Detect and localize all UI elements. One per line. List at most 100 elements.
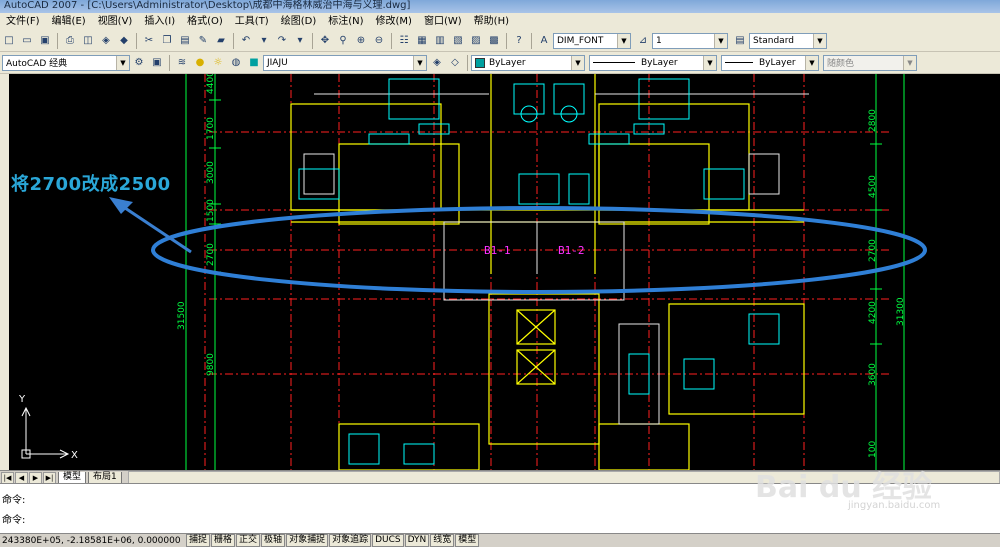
dim-scale-select[interactable]: 1 ▼ xyxy=(652,32,728,49)
dim-style-select[interactable]: DIM_FONT ▼ xyxy=(553,32,631,49)
save-icon[interactable]: ▣ xyxy=(37,33,53,49)
snap-toggle[interactable]: 捕捉 xyxy=(186,534,211,547)
undo-dropdown-icon[interactable]: ▾ xyxy=(256,33,272,49)
dim-style-icon[interactable]: ⊿ xyxy=(635,33,651,49)
ortho-toggle[interactable]: 正交 xyxy=(236,534,261,547)
markup-icon[interactable]: ▨ xyxy=(468,33,484,49)
furniture xyxy=(298,78,780,465)
first-tab-icon[interactable]: |◀ xyxy=(1,471,14,484)
3d-dwf-icon[interactable]: ◆ xyxy=(116,33,132,49)
annotation-text: 将2700改成2500 xyxy=(11,174,171,195)
layer-value: JIAJU xyxy=(267,57,288,68)
otrack-toggle[interactable]: 对象追踪 xyxy=(329,534,372,547)
dim-text: 4200 xyxy=(868,301,878,324)
osnap-toggle[interactable]: 对象捕捉 xyxy=(286,534,329,547)
linetype-select[interactable]: ByLayer ▼ xyxy=(589,54,717,71)
undo-icon[interactable]: ↶ xyxy=(238,33,254,49)
plot-style-select[interactable]: 随颜色 ▼ xyxy=(823,54,917,71)
workspace-settings-icon[interactable]: ⚙ xyxy=(131,55,147,71)
copy-icon[interactable]: ❐ xyxy=(159,33,175,49)
ucs-x-label: X xyxy=(71,450,78,461)
menu-help[interactable]: 帮助(H) xyxy=(468,14,515,30)
drawing-canvas[interactable]: B1-1 B1-2 4400 1700 3000 1500 2700 31500… xyxy=(9,74,1000,470)
menu-window[interactable]: 窗口(W) xyxy=(418,14,468,30)
help-icon[interactable]: ? xyxy=(511,33,527,49)
layer-previous-icon[interactable]: ◇ xyxy=(447,55,463,71)
dyn-toggle[interactable]: DYN xyxy=(404,534,430,547)
layer-select[interactable]: JIAJU ▼ xyxy=(263,54,427,71)
workspace-save-icon[interactable]: ▣ xyxy=(149,55,165,71)
zoom-window-icon[interactable]: ⊕ xyxy=(353,33,369,49)
text-style-icon[interactable]: A xyxy=(536,33,552,49)
toolbar-separator xyxy=(467,54,468,71)
menu-bar: 文件(F) 编辑(E) 视图(V) 插入(I) 格式(O) 工具(T) 绘图(D… xyxy=(0,13,1000,31)
sheet-set-icon[interactable]: ▧ xyxy=(450,33,466,49)
menu-modify[interactable]: 修改(M) xyxy=(370,14,418,30)
menu-insert[interactable]: 插入(I) xyxy=(138,14,181,30)
design-center-icon[interactable]: ▦ xyxy=(414,33,430,49)
toolbar-separator xyxy=(506,32,507,49)
menu-tools[interactable]: 工具(T) xyxy=(229,14,275,30)
block-editor-icon[interactable]: ▰ xyxy=(213,33,229,49)
redo-icon[interactable]: ↷ xyxy=(274,33,290,49)
chevron-down-icon[interactable]: ▼ xyxy=(703,55,716,70)
text-style-select[interactable]: Standard ▼ xyxy=(749,32,827,49)
polar-toggle[interactable]: 极轴 xyxy=(261,534,286,547)
command-input[interactable]: 命令: xyxy=(2,515,25,527)
left-dim-text: 4400 1700 3000 1500 2700 31500 9800 xyxy=(177,74,216,376)
next-tab-icon[interactable]: ▶ xyxy=(29,471,42,484)
chevron-down-icon[interactable]: ▼ xyxy=(714,33,727,48)
tool-palettes-icon[interactable]: ▥ xyxy=(432,33,448,49)
chevron-down-icon[interactable]: ▼ xyxy=(116,55,129,70)
lineweight-select[interactable]: ByLayer ▼ xyxy=(721,54,819,71)
layer-color-icon[interactable]: ■ xyxy=(246,55,262,71)
redo-dropdown-icon[interactable]: ▾ xyxy=(292,33,308,49)
make-layer-current-icon[interactable]: ◈ xyxy=(429,55,445,71)
menu-file[interactable]: 文件(F) xyxy=(0,14,46,30)
toolbar-separator xyxy=(136,32,137,49)
toolbar-separator xyxy=(57,32,58,49)
last-tab-icon[interactable]: ▶| xyxy=(43,471,56,484)
layer-manager-icon[interactable]: ≋ xyxy=(174,55,190,71)
menu-view[interactable]: 视图(V) xyxy=(92,14,139,30)
grid-toggle[interactable]: 栅格 xyxy=(211,534,236,547)
open-file-icon[interactable]: ▭ xyxy=(19,33,35,49)
menu-format[interactable]: 格式(O) xyxy=(181,14,229,30)
dim-text: 4400 xyxy=(206,74,216,94)
dim-text: 2700 xyxy=(868,239,878,262)
prev-tab-icon[interactable]: ◀ xyxy=(15,471,28,484)
model-toggle[interactable]: 模型 xyxy=(455,534,480,547)
pan-icon[interactable]: ✥ xyxy=(317,33,333,49)
new-file-icon[interactable]: □ xyxy=(1,33,17,49)
pointer-arrow xyxy=(109,197,192,254)
print-icon[interactable]: ⎙ xyxy=(62,33,78,49)
menu-draw[interactable]: 绘图(D) xyxy=(275,14,323,30)
zoom-previous-icon[interactable]: ⊖ xyxy=(371,33,387,49)
zoom-realtime-icon[interactable]: ⚲ xyxy=(335,33,351,49)
chevron-down-icon[interactable]: ▼ xyxy=(617,33,630,48)
color-select[interactable]: ByLayer ▼ xyxy=(471,54,585,71)
ducs-toggle[interactable]: DUCS xyxy=(372,534,404,547)
properties-icon[interactable]: ☷ xyxy=(396,33,412,49)
layer-on-icon[interactable]: ● xyxy=(192,55,208,71)
chevron-down-icon[interactable]: ▼ xyxy=(413,55,426,70)
tab-model[interactable]: 模型 xyxy=(58,471,87,484)
layer-lock-icon[interactable]: ◍ xyxy=(228,55,244,71)
tab-layout1[interactable]: 布局1 xyxy=(88,471,122,484)
workspace-select[interactable]: AutoCAD 经典 ▼ xyxy=(2,54,130,71)
calculator-icon[interactable]: ▩ xyxy=(486,33,502,49)
table-style-icon[interactable]: ▤ xyxy=(732,33,748,49)
chevron-down-icon[interactable]: ▼ xyxy=(805,55,818,70)
layer-freeze-icon[interactable]: ☼ xyxy=(210,55,226,71)
chevron-down-icon[interactable]: ▼ xyxy=(903,55,916,70)
lineweight-toggle[interactable]: 线宽 xyxy=(430,534,455,547)
chevron-down-icon[interactable]: ▼ xyxy=(813,33,826,48)
chevron-down-icon[interactable]: ▼ xyxy=(571,55,584,70)
paste-icon[interactable]: ▤ xyxy=(177,33,193,49)
print-preview-icon[interactable]: ◫ xyxy=(80,33,96,49)
menu-dimension[interactable]: 标注(N) xyxy=(322,14,369,30)
publish-icon[interactable]: ◈ xyxy=(98,33,114,49)
cut-icon[interactable]: ✂ xyxy=(141,33,157,49)
match-properties-icon[interactable]: ✎ xyxy=(195,33,211,49)
menu-edit[interactable]: 编辑(E) xyxy=(46,14,92,30)
